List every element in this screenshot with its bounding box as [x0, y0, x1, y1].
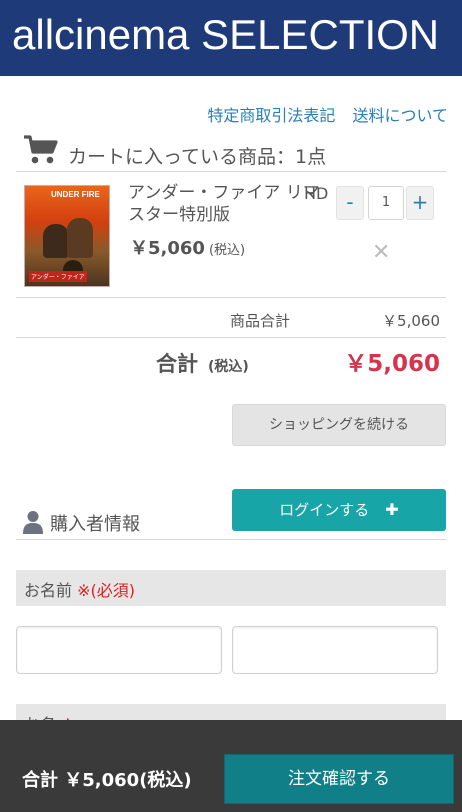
increase-quantity-button[interactable]: + [406, 186, 434, 220]
first-name-input[interactable] [232, 626, 438, 674]
product-poster[interactable]: UNDER FIRE アンダー・ファイア [24, 185, 110, 287]
footer-total: 合計 ￥5,060(税込) [22, 770, 192, 791]
checkout-footer: 合計 ￥5,060(税込) 注文確認する [0, 720, 462, 812]
login-button[interactable]: ログインする ✚ [232, 489, 446, 531]
top-links: 特定商取引法表記 送料について [195, 102, 448, 126]
subtotal-label: 商品合計 [230, 312, 291, 330]
total-value: ￥5,060 [344, 351, 440, 377]
product-price: ￥5,060 (税込) [130, 234, 245, 260]
login-label: ログインする [279, 501, 370, 519]
last-name-input[interactable] [16, 626, 222, 674]
format-badge: HD [304, 184, 329, 203]
product-price-value: ￥5,060 [130, 238, 205, 259]
poster-title: UNDER FIRE [51, 190, 100, 199]
product-name[interactable]: アンダー・ファイア リマスター特別版 [128, 182, 324, 226]
total-label: 合計 (税込) [156, 352, 249, 376]
cart-icon [24, 135, 58, 164]
plus-icon: ✚ [385, 500, 399, 519]
name-field-label: お名前 ※(必須) [24, 581, 136, 600]
subtotal-value: ￥5,060 [382, 312, 440, 330]
product-tax-note: (税込) [208, 243, 246, 258]
cart-heading: カートに入っている商品：1点 [16, 130, 446, 172]
cart-item: UNDER FIRE アンダー・ファイア アンダー・ファイア リマスター特別版 … [16, 172, 446, 298]
quantity-input[interactable]: 1 [368, 186, 404, 220]
shipping-link[interactable]: 送料について [352, 106, 448, 125]
close-icon[interactable]: ✕ [372, 240, 390, 265]
brand-logo[interactable]: allcinema SELECTION [12, 8, 439, 62]
continue-shopping-button[interactable]: ショッピングを続ける [232, 404, 446, 446]
total-tax-note: (税込) [208, 359, 249, 375]
buyer-section-title: 購入者情報 [50, 514, 140, 535]
cart-title: カートに入っている商品：1点 [68, 146, 327, 168]
decrease-quantity-button[interactable]: - [336, 186, 364, 220]
person-icon [23, 511, 43, 534]
required-mark: ※(必須) [77, 581, 136, 600]
app-header: allcinema SELECTION [0, 0, 462, 76]
tokusho-link[interactable]: 特定商取引法表記 [207, 106, 335, 125]
subtotal-row: 商品合計 ￥5,060 [16, 300, 446, 338]
name-field-header: お名前 ※(必須) [16, 570, 446, 606]
total-row: 合計 (税込) ￥5,060 [16, 338, 446, 382]
poster-footer: アンダー・ファイア [29, 271, 87, 282]
order-confirm-button[interactable]: 注文確認する [224, 754, 454, 804]
